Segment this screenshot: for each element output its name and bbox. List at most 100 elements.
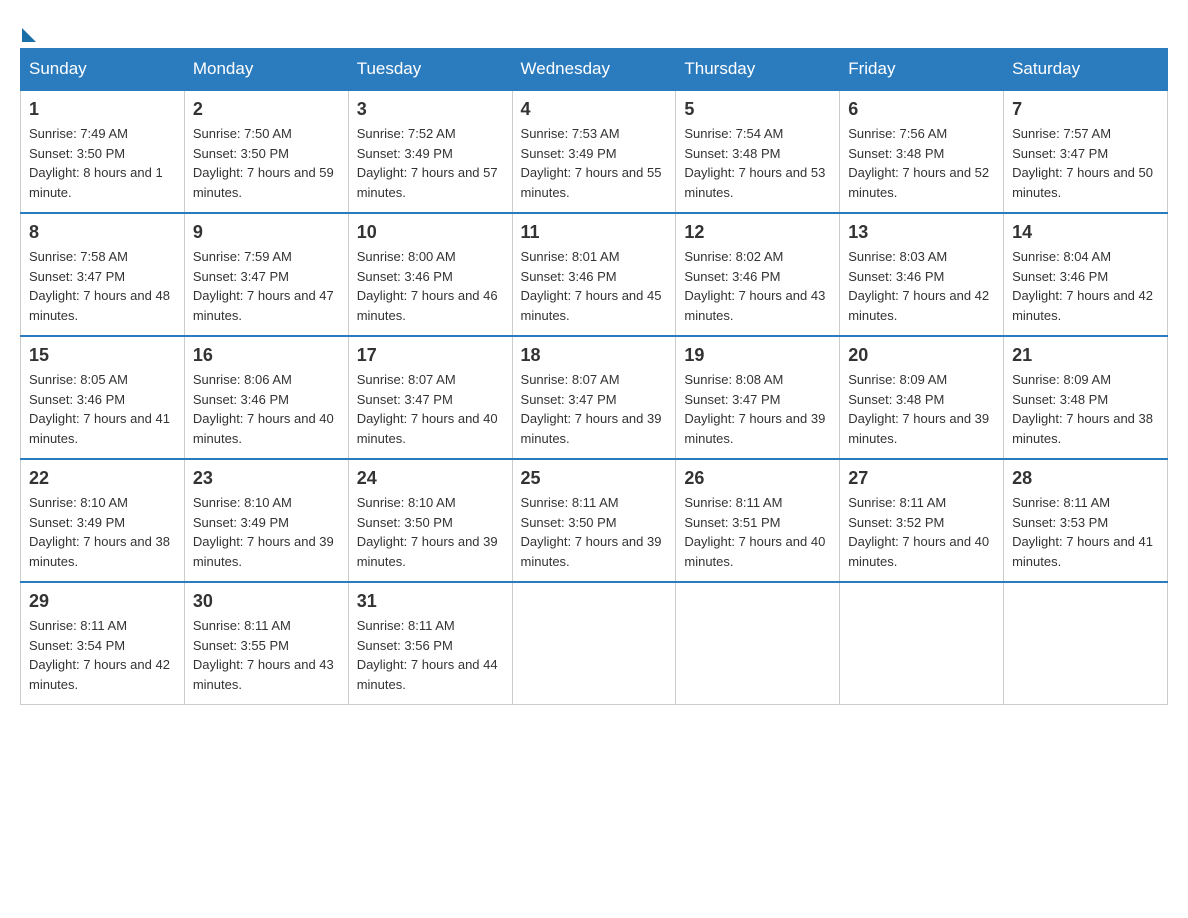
day-number: 8 (29, 222, 176, 243)
calendar-day-cell: 5 Sunrise: 7:54 AM Sunset: 3:48 PM Dayli… (676, 90, 840, 213)
day-number: 20 (848, 345, 995, 366)
day-number: 16 (193, 345, 340, 366)
calendar-day-cell: 21 Sunrise: 8:09 AM Sunset: 3:48 PM Dayl… (1004, 336, 1168, 459)
day-number: 14 (1012, 222, 1159, 243)
calendar-day-cell (1004, 582, 1168, 705)
day-info: Sunrise: 8:04 AM Sunset: 3:46 PM Dayligh… (1012, 247, 1159, 325)
calendar-day-cell: 9 Sunrise: 7:59 AM Sunset: 3:47 PM Dayli… (184, 213, 348, 336)
day-number: 31 (357, 591, 504, 612)
logo (20, 20, 36, 38)
day-number: 18 (521, 345, 668, 366)
day-number: 23 (193, 468, 340, 489)
day-info: Sunrise: 8:07 AM Sunset: 3:47 PM Dayligh… (521, 370, 668, 448)
calendar-day-cell: 17 Sunrise: 8:07 AM Sunset: 3:47 PM Dayl… (348, 336, 512, 459)
calendar-day-cell: 7 Sunrise: 7:57 AM Sunset: 3:47 PM Dayli… (1004, 90, 1168, 213)
calendar-day-cell: 19 Sunrise: 8:08 AM Sunset: 3:47 PM Dayl… (676, 336, 840, 459)
day-number: 5 (684, 99, 831, 120)
calendar-day-cell (840, 582, 1004, 705)
day-info: Sunrise: 8:08 AM Sunset: 3:47 PM Dayligh… (684, 370, 831, 448)
day-number: 1 (29, 99, 176, 120)
calendar-day-cell: 20 Sunrise: 8:09 AM Sunset: 3:48 PM Dayl… (840, 336, 1004, 459)
day-header-sunday: Sunday (21, 49, 185, 91)
day-info: Sunrise: 8:11 AM Sunset: 3:56 PM Dayligh… (357, 616, 504, 694)
day-header-saturday: Saturday (1004, 49, 1168, 91)
day-info: Sunrise: 8:10 AM Sunset: 3:49 PM Dayligh… (193, 493, 340, 571)
day-info: Sunrise: 8:07 AM Sunset: 3:47 PM Dayligh… (357, 370, 504, 448)
day-info: Sunrise: 8:11 AM Sunset: 3:51 PM Dayligh… (684, 493, 831, 571)
day-number: 22 (29, 468, 176, 489)
calendar-day-cell: 24 Sunrise: 8:10 AM Sunset: 3:50 PM Dayl… (348, 459, 512, 582)
calendar-day-cell: 31 Sunrise: 8:11 AM Sunset: 3:56 PM Dayl… (348, 582, 512, 705)
day-info: Sunrise: 8:05 AM Sunset: 3:46 PM Dayligh… (29, 370, 176, 448)
calendar-day-cell: 28 Sunrise: 8:11 AM Sunset: 3:53 PM Dayl… (1004, 459, 1168, 582)
day-info: Sunrise: 7:58 AM Sunset: 3:47 PM Dayligh… (29, 247, 176, 325)
calendar-day-cell: 14 Sunrise: 8:04 AM Sunset: 3:46 PM Dayl… (1004, 213, 1168, 336)
calendar-day-cell: 2 Sunrise: 7:50 AM Sunset: 3:50 PM Dayli… (184, 90, 348, 213)
day-info: Sunrise: 8:03 AM Sunset: 3:46 PM Dayligh… (848, 247, 995, 325)
day-number: 24 (357, 468, 504, 489)
day-info: Sunrise: 7:56 AM Sunset: 3:48 PM Dayligh… (848, 124, 995, 202)
day-number: 10 (357, 222, 504, 243)
day-number: 6 (848, 99, 995, 120)
day-number: 7 (1012, 99, 1159, 120)
day-number: 2 (193, 99, 340, 120)
day-number: 21 (1012, 345, 1159, 366)
day-header-tuesday: Tuesday (348, 49, 512, 91)
calendar-day-cell: 16 Sunrise: 8:06 AM Sunset: 3:46 PM Dayl… (184, 336, 348, 459)
calendar-day-cell: 6 Sunrise: 7:56 AM Sunset: 3:48 PM Dayli… (840, 90, 1004, 213)
day-number: 15 (29, 345, 176, 366)
calendar-day-cell: 26 Sunrise: 8:11 AM Sunset: 3:51 PM Dayl… (676, 459, 840, 582)
calendar-day-cell: 25 Sunrise: 8:11 AM Sunset: 3:50 PM Dayl… (512, 459, 676, 582)
day-info: Sunrise: 8:11 AM Sunset: 3:55 PM Dayligh… (193, 616, 340, 694)
calendar-week-row: 15 Sunrise: 8:05 AM Sunset: 3:46 PM Dayl… (21, 336, 1168, 459)
calendar-day-cell: 23 Sunrise: 8:10 AM Sunset: 3:49 PM Dayl… (184, 459, 348, 582)
day-number: 3 (357, 99, 504, 120)
calendar-day-cell: 11 Sunrise: 8:01 AM Sunset: 3:46 PM Dayl… (512, 213, 676, 336)
day-number: 9 (193, 222, 340, 243)
day-number: 4 (521, 99, 668, 120)
day-info: Sunrise: 8:10 AM Sunset: 3:50 PM Dayligh… (357, 493, 504, 571)
day-info: Sunrise: 8:06 AM Sunset: 3:46 PM Dayligh… (193, 370, 340, 448)
day-info: Sunrise: 8:02 AM Sunset: 3:46 PM Dayligh… (684, 247, 831, 325)
calendar-day-cell: 1 Sunrise: 7:49 AM Sunset: 3:50 PM Dayli… (21, 90, 185, 213)
calendar-day-cell: 18 Sunrise: 8:07 AM Sunset: 3:47 PM Dayl… (512, 336, 676, 459)
day-info: Sunrise: 7:54 AM Sunset: 3:48 PM Dayligh… (684, 124, 831, 202)
calendar-week-row: 29 Sunrise: 8:11 AM Sunset: 3:54 PM Dayl… (21, 582, 1168, 705)
day-number: 17 (357, 345, 504, 366)
day-number: 30 (193, 591, 340, 612)
day-info: Sunrise: 8:11 AM Sunset: 3:53 PM Dayligh… (1012, 493, 1159, 571)
calendar-day-cell: 15 Sunrise: 8:05 AM Sunset: 3:46 PM Dayl… (21, 336, 185, 459)
day-info: Sunrise: 8:09 AM Sunset: 3:48 PM Dayligh… (848, 370, 995, 448)
day-info: Sunrise: 8:00 AM Sunset: 3:46 PM Dayligh… (357, 247, 504, 325)
calendar-table: SundayMondayTuesdayWednesdayThursdayFrid… (20, 48, 1168, 705)
calendar-day-cell: 8 Sunrise: 7:58 AM Sunset: 3:47 PM Dayli… (21, 213, 185, 336)
day-number: 19 (684, 345, 831, 366)
day-info: Sunrise: 7:50 AM Sunset: 3:50 PM Dayligh… (193, 124, 340, 202)
day-info: Sunrise: 7:53 AM Sunset: 3:49 PM Dayligh… (521, 124, 668, 202)
day-number: 28 (1012, 468, 1159, 489)
day-info: Sunrise: 8:01 AM Sunset: 3:46 PM Dayligh… (521, 247, 668, 325)
calendar-week-row: 8 Sunrise: 7:58 AM Sunset: 3:47 PM Dayli… (21, 213, 1168, 336)
day-number: 11 (521, 222, 668, 243)
day-header-friday: Friday (840, 49, 1004, 91)
day-info: Sunrise: 8:11 AM Sunset: 3:54 PM Dayligh… (29, 616, 176, 694)
calendar-day-cell: 29 Sunrise: 8:11 AM Sunset: 3:54 PM Dayl… (21, 582, 185, 705)
day-number: 25 (521, 468, 668, 489)
page-header (20, 20, 1168, 38)
day-info: Sunrise: 8:11 AM Sunset: 3:52 PM Dayligh… (848, 493, 995, 571)
day-info: Sunrise: 7:52 AM Sunset: 3:49 PM Dayligh… (357, 124, 504, 202)
day-number: 12 (684, 222, 831, 243)
day-header-wednesday: Wednesday (512, 49, 676, 91)
day-info: Sunrise: 7:49 AM Sunset: 3:50 PM Dayligh… (29, 124, 176, 202)
calendar-header-row: SundayMondayTuesdayWednesdayThursdayFrid… (21, 49, 1168, 91)
calendar-day-cell: 10 Sunrise: 8:00 AM Sunset: 3:46 PM Dayl… (348, 213, 512, 336)
calendar-week-row: 22 Sunrise: 8:10 AM Sunset: 3:49 PM Dayl… (21, 459, 1168, 582)
day-header-monday: Monday (184, 49, 348, 91)
calendar-week-row: 1 Sunrise: 7:49 AM Sunset: 3:50 PM Dayli… (21, 90, 1168, 213)
calendar-day-cell (512, 582, 676, 705)
logo-arrow-icon (22, 28, 36, 42)
calendar-day-cell: 13 Sunrise: 8:03 AM Sunset: 3:46 PM Dayl… (840, 213, 1004, 336)
day-header-thursday: Thursday (676, 49, 840, 91)
day-number: 29 (29, 591, 176, 612)
calendar-day-cell: 27 Sunrise: 8:11 AM Sunset: 3:52 PM Dayl… (840, 459, 1004, 582)
